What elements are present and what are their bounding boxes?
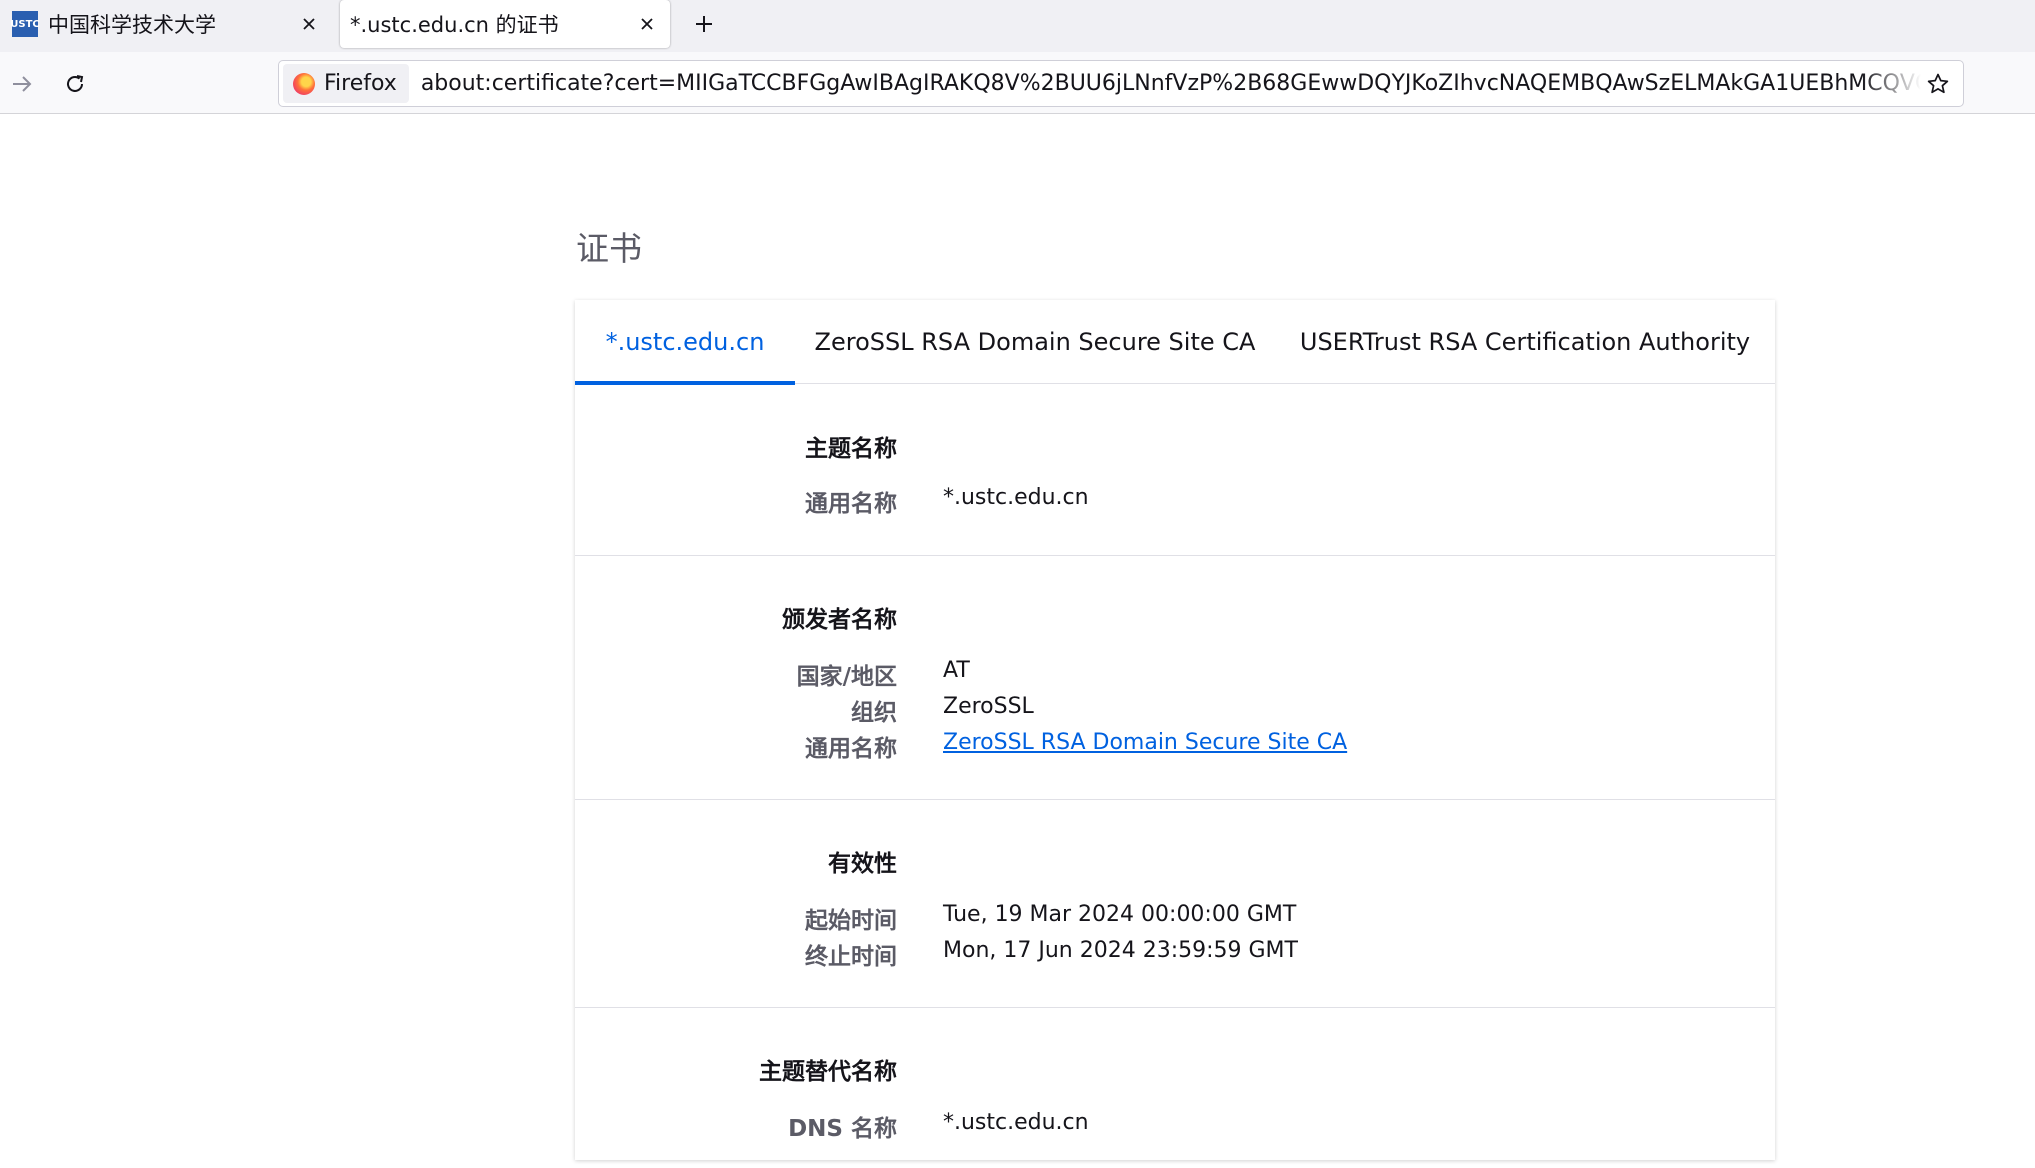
issuer-common-name-row: 通用名称 ZeroSSL RSA Domain Secure Site CA — [575, 729, 1775, 765]
field-value: AT — [943, 658, 970, 683]
tab-strip: USTC 中国科学技术大学 *.ustc.edu.cn 的证书 — [0, 0, 2035, 52]
reload-icon — [67, 75, 84, 92]
arrow-right-icon — [13, 76, 32, 92]
browser-tab-certificate[interactable]: *.ustc.edu.cn 的证书 — [340, 0, 670, 48]
dns-name-row: DNS 名称 *.ustc.edu.cn — [575, 1109, 1775, 1145]
url-bar[interactable]: Firefox about:certificate?cert=MIIGaTCCB… — [278, 60, 1964, 107]
subject-common-name-row: 通用名称 *.ustc.edu.cn — [575, 484, 1775, 520]
field-label: 通用名称 — [805, 736, 897, 762]
field-label: 终止时间 — [805, 944, 897, 970]
reload-button[interactable] — [55, 64, 95, 104]
field-label: 组织 — [851, 700, 897, 726]
section-heading: 主题名称 — [805, 436, 897, 462]
back-button[interactable] — [2, 64, 42, 104]
star-icon — [1927, 73, 1949, 94]
field-label: DNS 名称 — [788, 1116, 897, 1142]
url-text[interactable]: about:certificate?cert=MIIGaTCCBFGgAwIBA… — [421, 71, 1921, 96]
field-label: 通用名称 — [805, 491, 897, 517]
field-value: Mon, 17 Jun 2024 23:59:59 GMT — [943, 938, 1298, 963]
plus-icon — [696, 16, 712, 32]
section-heading: 颁发者名称 — [782, 607, 897, 633]
favicon-text: USTC — [10, 18, 40, 30]
new-tab-button[interactable] — [688, 8, 720, 40]
identity-box[interactable]: Firefox — [283, 64, 409, 103]
field-value: *.ustc.edu.cn — [943, 485, 1089, 510]
issuer-name-section: 颁发者名称 国家/地区 AT 组织 ZeroSSL 通用名称 ZeroSSL R… — [575, 556, 1775, 800]
field-label: 国家/地区 — [796, 664, 897, 690]
field-value: *.ustc.edu.cn — [943, 1110, 1089, 1135]
page-title: 证书 — [576, 229, 642, 268]
issuer-organization-row: 组织 ZeroSSL — [575, 693, 1775, 729]
tab-cert-usertrust[interactable]: USERTrust RSA Certification Authority — [1275, 300, 1775, 384]
field-label: 起始时间 — [805, 908, 897, 934]
firefox-icon — [293, 72, 315, 95]
field-value: Tue, 19 Mar 2024 00:00:00 GMT — [943, 902, 1297, 927]
identity-label: Firefox — [324, 71, 397, 96]
close-tab-icon[interactable] — [632, 9, 662, 39]
issuer-cert-link[interactable]: ZeroSSL RSA Domain Secure Site CA — [943, 730, 1347, 755]
tab-title: 中国科学技术大学 — [48, 13, 216, 37]
tab-title: *.ustc.edu.cn 的证书 — [350, 13, 559, 37]
certificate-card: *.ustc.edu.cn ZeroSSL RSA Domain Secure … — [575, 300, 1775, 1160]
section-heading: 有效性 — [828, 851, 897, 877]
tab-cert-ustc[interactable]: *.ustc.edu.cn — [575, 300, 795, 385]
navigation-toolbar: Firefox about:certificate?cert=MIIGaTCCB… — [0, 52, 2035, 114]
validity-section: 有效性 起始时间 Tue, 19 Mar 2024 00:00:00 GMT 终… — [575, 800, 1775, 1008]
subject-alt-names-section: 主题替代名称 DNS 名称 *.ustc.edu.cn — [575, 1008, 1775, 1168]
tab-cert-zerossl[interactable]: ZeroSSL RSA Domain Secure Site CA — [795, 300, 1275, 384]
subject-name-section: 主题名称 通用名称 *.ustc.edu.cn — [575, 384, 1775, 556]
certificate-tabs: *.ustc.edu.cn ZeroSSL RSA Domain Secure … — [575, 300, 1775, 385]
issuer-country-row: 国家/地区 AT — [575, 657, 1775, 693]
not-after-row: 终止时间 Mon, 17 Jun 2024 23:59:59 GMT — [575, 937, 1775, 973]
close-tab-icon[interactable] — [294, 9, 324, 39]
not-before-row: 起始时间 Tue, 19 Mar 2024 00:00:00 GMT — [575, 901, 1775, 937]
ustc-logo-icon: USTC — [10, 11, 40, 37]
browser-tab-ustc[interactable]: USTC 中国科学技术大学 — [0, 0, 332, 48]
field-value: ZeroSSL — [943, 694, 1034, 719]
section-heading: 主题替代名称 — [759, 1059, 897, 1085]
bookmark-star-button[interactable] — [1923, 69, 1953, 99]
